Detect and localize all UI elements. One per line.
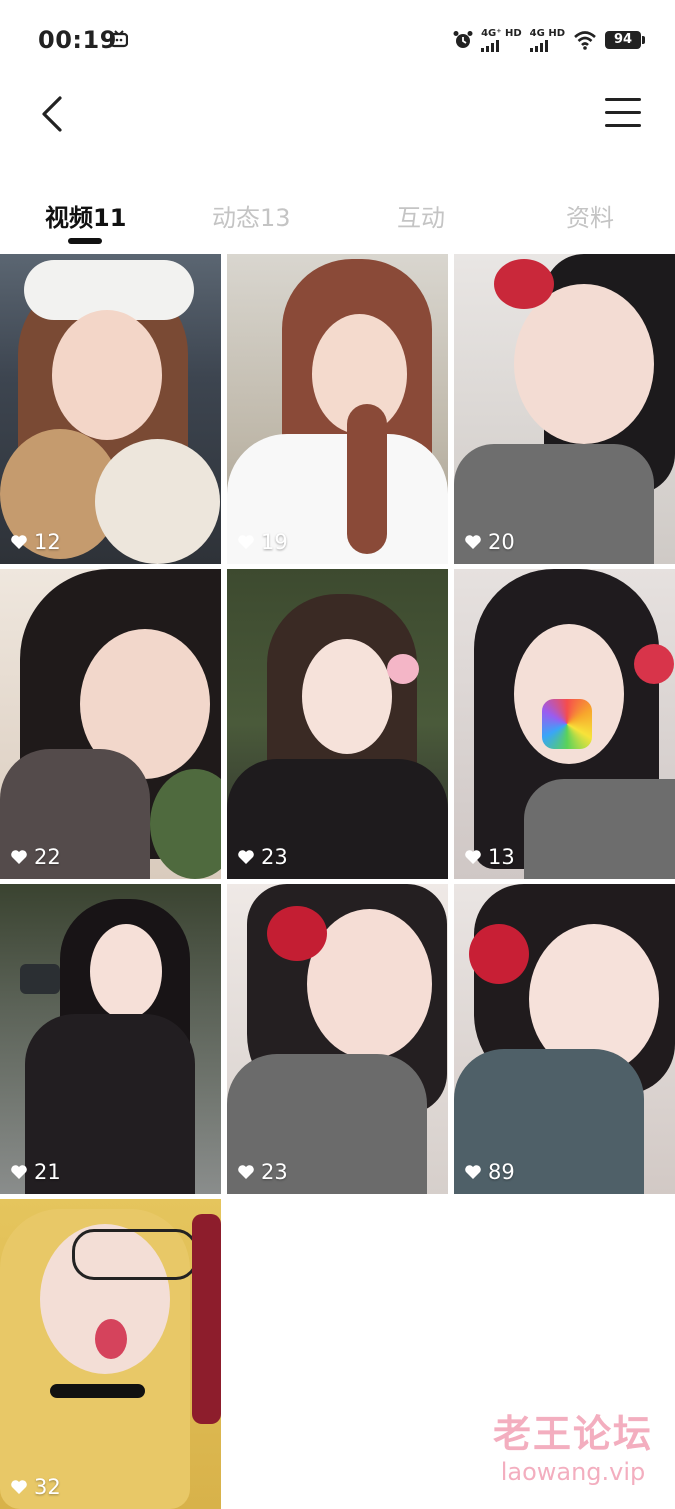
watermark: 老王论坛 laowang.vip [493, 1403, 653, 1486]
video-thumbnail[interactable]: 89 [454, 884, 675, 1194]
video-thumbnail[interactable]: 22 [0, 569, 221, 879]
signal-icon: 4G⁺ HD [481, 27, 522, 52]
heart-icon [11, 1480, 27, 1494]
status-bar: 00:19 4G⁺ HD 4G HD 94 [0, 0, 675, 80]
video-thumbnail[interactable]: 19 [227, 254, 448, 564]
like-count-value: 23 [261, 1160, 288, 1184]
like-count: 32 [10, 1475, 61, 1499]
active-tab-indicator [68, 238, 102, 244]
top-nav-bar [0, 80, 675, 160]
like-count-value: 21 [34, 1160, 61, 1184]
video-thumbnail[interactable]: 23 [227, 884, 448, 1194]
video-thumbnail[interactable]: 12 [0, 254, 221, 564]
video-thumbnail[interactable]: 23 [227, 569, 448, 879]
tab-interactions[interactable]: 互动 [397, 198, 445, 233]
watermark-cn: 老王论坛 [492, 1412, 653, 1456]
like-count-value: 32 [34, 1475, 61, 1499]
like-count-value: 23 [261, 845, 288, 869]
signal-icon: 4G HD [529, 27, 565, 52]
heart-icon [465, 535, 481, 549]
like-count: 19 [237, 530, 288, 554]
like-count-value: 20 [488, 530, 515, 554]
heart-icon [238, 1165, 254, 1179]
like-count: 23 [237, 1160, 288, 1184]
battery-icon: 94 [605, 31, 645, 49]
like-count: 12 [10, 530, 61, 554]
like-count-value: 12 [34, 530, 61, 554]
tab-profile-info[interactable]: 资料 [566, 198, 614, 233]
video-thumbnail[interactable]: 32 [0, 1199, 221, 1509]
heart-icon [238, 535, 254, 549]
like-count-value: 89 [488, 1160, 515, 1184]
tab-posts[interactable]: 动态13 [212, 198, 291, 233]
video-thumbnail[interactable]: 13 [454, 569, 675, 879]
heart-icon [465, 850, 481, 864]
like-count-value: 22 [34, 845, 61, 869]
profile-tabs: 视频11 动态13 互动 资料 [0, 180, 675, 250]
heart-icon [11, 535, 27, 549]
like-count: 13 [464, 845, 515, 869]
watermark-en: laowang.vip [500, 1458, 646, 1486]
heart-icon [11, 1165, 27, 1179]
heart-icon [11, 850, 27, 864]
heart-icon [238, 850, 254, 864]
hamburger-menu-icon[interactable] [605, 98, 641, 128]
video-thumbnail[interactable]: 20 [454, 254, 675, 564]
video-thumbnail[interactable]: 21 [0, 884, 221, 1194]
alarm-icon [453, 31, 473, 48]
like-count: 23 [237, 845, 288, 869]
like-count: 89 [464, 1160, 515, 1184]
like-count: 22 [10, 845, 61, 869]
wifi-icon [574, 31, 596, 50]
like-count-value: 13 [488, 845, 515, 869]
like-count: 20 [464, 530, 515, 554]
like-count-value: 19 [261, 530, 288, 554]
tv-icon [110, 30, 128, 48]
like-count: 21 [10, 1160, 61, 1184]
tab-videos[interactable]: 视频11 [45, 198, 126, 233]
heart-icon [465, 1165, 481, 1179]
status-time: 00:19 [38, 26, 117, 54]
sim2-label: 4G HD [529, 27, 565, 39]
chevron-left-icon[interactable] [36, 94, 76, 134]
sim1-label: 4G⁺ HD [481, 27, 522, 39]
